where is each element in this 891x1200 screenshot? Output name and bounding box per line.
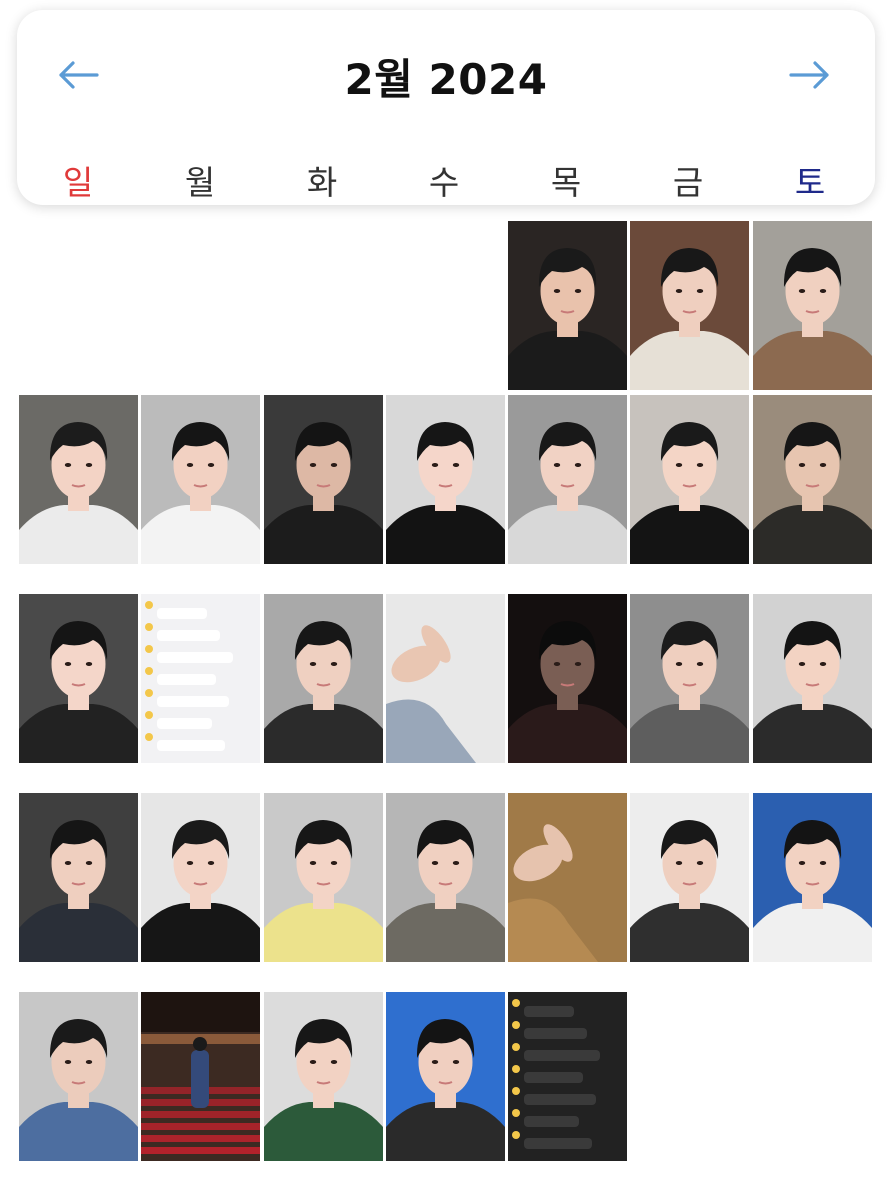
calendar-day-27[interactable] xyxy=(264,992,383,1161)
calendar-day-1[interactable] xyxy=(508,221,627,390)
photo-thumbnail xyxy=(19,594,138,763)
photo-thumbnail xyxy=(141,395,260,564)
photo-thumbnail xyxy=(753,793,872,962)
calendar-header: 2월 2024 일 월 화 수 목 금 토 xyxy=(17,10,875,205)
photo-thumbnail xyxy=(264,793,383,962)
calendar-day-24[interactable] xyxy=(753,793,872,962)
photo-thumbnail xyxy=(386,594,505,763)
photo-thumbnail xyxy=(264,594,383,763)
photo-thumbnail xyxy=(19,395,138,564)
calendar-day-8[interactable] xyxy=(508,395,627,564)
calendar-day-26[interactable] xyxy=(141,992,260,1161)
calendar-grid xyxy=(19,221,873,1191)
photo-thumbnail xyxy=(19,793,138,962)
photo-thumbnail xyxy=(508,793,627,962)
calendar-day-23[interactable] xyxy=(630,793,749,962)
photo-thumbnail xyxy=(386,992,505,1161)
calendar-day-4[interactable] xyxy=(19,395,138,564)
calendar-day-3[interactable] xyxy=(753,221,872,390)
chat-screenshot-thumbnail xyxy=(508,992,627,1161)
weekday-wed: 수 xyxy=(428,163,460,202)
calendar-day-22[interactable] xyxy=(508,793,627,962)
photo-thumbnail xyxy=(753,395,872,564)
arrow-right-icon xyxy=(789,61,829,89)
calendar-day-20[interactable] xyxy=(264,793,383,962)
calendar-day-29[interactable] xyxy=(508,992,627,1161)
calendar-day-7[interactable] xyxy=(386,395,505,564)
calendar-day-14[interactable] xyxy=(386,594,505,763)
next-month-button[interactable] xyxy=(785,52,835,98)
weekday-mon: 월 xyxy=(184,163,216,202)
weekday-sun: 일 xyxy=(62,163,94,202)
photo-thumbnail xyxy=(630,221,749,390)
calendar-day-12[interactable] xyxy=(141,594,260,763)
calendar-day-15[interactable] xyxy=(508,594,627,763)
photo-thumbnail xyxy=(386,793,505,962)
photo-thumbnail xyxy=(141,992,260,1161)
month-title: 2월 2024 xyxy=(344,55,548,104)
weekday-tue: 화 xyxy=(306,163,338,202)
calendar-day-17[interactable] xyxy=(753,594,872,763)
photo-thumbnail xyxy=(264,992,383,1161)
calendar-day-21[interactable] xyxy=(386,793,505,962)
weekday-row: 일 월 화 수 목 금 토 xyxy=(17,156,875,204)
calendar-day-11[interactable] xyxy=(19,594,138,763)
photo-thumbnail xyxy=(141,793,260,962)
calendar-day-2[interactable] xyxy=(630,221,749,390)
photo-thumbnail xyxy=(630,793,749,962)
weekday-fri: 금 xyxy=(672,163,704,202)
photo-thumbnail xyxy=(264,395,383,564)
calendar-day-13[interactable] xyxy=(264,594,383,763)
calendar-day-6[interactable] xyxy=(264,395,383,564)
photo-thumbnail xyxy=(753,594,872,763)
weekday-thu: 목 xyxy=(550,163,582,202)
photo-thumbnail xyxy=(19,992,138,1161)
calendar-day-5[interactable] xyxy=(141,395,260,564)
photo-thumbnail xyxy=(630,594,749,763)
chat-screenshot-thumbnail xyxy=(141,594,260,763)
calendar-day-19[interactable] xyxy=(141,793,260,962)
photo-thumbnail xyxy=(508,594,627,763)
weekday-sat: 토 xyxy=(794,163,826,202)
photo-thumbnail xyxy=(630,395,749,564)
calendar-day-16[interactable] xyxy=(630,594,749,763)
calendar-day-18[interactable] xyxy=(19,793,138,962)
calendar-day-25[interactable] xyxy=(19,992,138,1161)
photo-thumbnail xyxy=(386,395,505,564)
calendar-day-28[interactable] xyxy=(386,992,505,1161)
photo-thumbnail xyxy=(508,395,627,564)
photo-thumbnail xyxy=(508,221,627,390)
calendar-day-10[interactable] xyxy=(753,395,872,564)
calendar-day-9[interactable] xyxy=(630,395,749,564)
photo-thumbnail xyxy=(753,221,872,390)
